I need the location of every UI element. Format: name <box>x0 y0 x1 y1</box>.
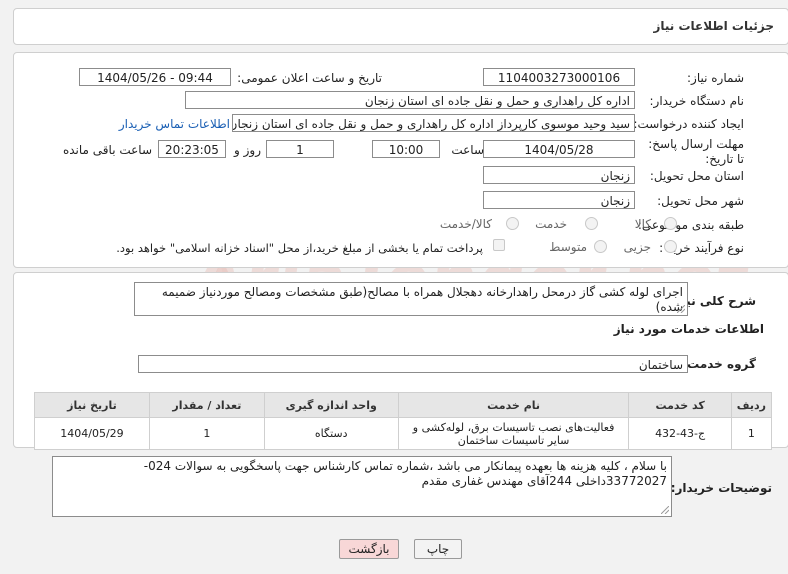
description-value: اجرای لوله کشی گاز درمحل راهدارخانه دهجل… <box>161 285 683 314</box>
creator-label: ایجاد کننده درخواست: <box>633 117 744 131</box>
service-group-field: ساختمان <box>138 355 688 373</box>
services-table: ردیف کد خدمت نام خدمت واحد اندازه گیری ت… <box>34 392 773 450</box>
buyer-org-field: اداره کل راهداری و حمل و نقل جاده ای است… <box>185 91 635 109</box>
buyer-notes-label: توضیحات خریدار: <box>670 481 772 495</box>
deadline-time-label: ساعت <box>451 143 484 157</box>
category-option-service: خدمت <box>535 217 567 231</box>
buyer-contact-link[interactable]: اطلاعات تماس خریدار <box>119 117 230 131</box>
services-section-title: اطلاعات خدمات مورد نیاز <box>613 322 764 336</box>
col-header-unit: واحد اندازه گیری <box>263 392 399 418</box>
deadline-date-field: 1404/05/28 <box>483 140 635 158</box>
days-label: روز و <box>234 143 261 157</box>
col-header-service-name: نام خدمت <box>397 392 630 418</box>
process-option-medium: متوسط <box>549 240 587 254</box>
page-title: جزئیات اطلاعات نیاز <box>653 19 774 33</box>
category-option-goods-service: کالا/خدمت <box>439 217 492 231</box>
cell-unit: دستگاه <box>263 417 399 450</box>
col-header-quantity: تعداد / مقدار <box>148 392 265 418</box>
print-button[interactable]: چاپ <box>414 539 462 559</box>
buyer-notes-line-1: با سلام ، کلیه هزینه ها بعهده پیمانکار م… <box>143 459 667 473</box>
process-radio-medium[interactable] <box>594 240 607 253</box>
treasury-payment-checkbox[interactable] <box>493 239 505 251</box>
cell-service-code: ج-43-432 <box>628 417 732 450</box>
process-radio-minor[interactable] <box>664 240 677 253</box>
table-row: 1 ج-43-432 فعالیت‌های نصب تاسیسات برق، ل… <box>34 417 773 450</box>
province-field: زنجان <box>483 166 635 184</box>
deadline-label: مهلت ارسال پاسخ: تا تاریخ: <box>644 137 744 167</box>
resize-grip-icon[interactable] <box>677 305 685 313</box>
table-header-row: ردیف کد خدمت نام خدمت واحد اندازه گیری ت… <box>34 392 773 418</box>
col-header-row-number: ردیف <box>730 392 773 418</box>
remaining-label: ساعت باقی مانده <box>62 143 152 157</box>
city-field: زنجان <box>483 191 635 209</box>
creator-field: سید وحید موسوی کارپرداز اداره کل راهداری… <box>232 114 635 132</box>
resize-grip-icon[interactable] <box>661 506 669 514</box>
announce-label: تاریخ و ساعت اعلان عمومی: <box>237 71 382 85</box>
city-label: شهر محل تحویل: <box>657 194 744 208</box>
service-group-label: گروه خدمت: <box>682 357 756 371</box>
cell-need-date: 1404/05/29 <box>34 417 150 450</box>
deadline-label-text: مهلت ارسال پاسخ: تا تاریخ: <box>648 137 744 166</box>
category-label: طبقه بندی موضوعی: <box>637 218 744 232</box>
col-header-need-date: تاریخ نیاز <box>34 392 150 418</box>
back-button[interactable]: بازگشت <box>339 539 399 559</box>
category-radio-goods[interactable] <box>664 217 677 230</box>
need-number-field: 1104003273000106 <box>483 68 635 86</box>
deadline-time-field: 10:00 <box>372 140 440 158</box>
col-header-service-code: کد خدمت <box>628 392 732 418</box>
province-label: استان محل تحویل: <box>649 169 744 183</box>
treasury-payment-note: پرداخت تمام یا بخشی از مبلغ خرید،از محل … <box>116 241 483 255</box>
announce-datetime-field: 1404/05/26 - 09:44 <box>79 68 231 86</box>
category-radio-service[interactable] <box>585 217 598 230</box>
need-number-label: شماره نیاز: <box>687 71 744 85</box>
buyer-notes-line-2: 33772027داخلی 244آقای مهندس غفاری مقدم <box>421 474 667 488</box>
description-text: اجرای لوله کشی گاز درمحل راهدارخانه دهجل… <box>134 282 688 316</box>
page-header: جزئیات اطلاعات نیاز <box>13 8 788 45</box>
cell-quantity: 1 <box>148 417 265 450</box>
remaining-time-field: 20:23:05 <box>158 140 226 158</box>
category-radio-goods-service[interactable] <box>506 217 519 230</box>
cell-service-name: فعالیت‌های نصب تاسیسات برق، لوله‌کشی و س… <box>397 417 630 450</box>
category-option-goods: کالا <box>634 217 651 231</box>
buyer-notes-text: با سلام ، کلیه هزینه ها بعهده پیمانکار م… <box>52 456 672 517</box>
remaining-days-field: 1 <box>266 140 334 158</box>
process-option-minor: جزیی <box>623 240 651 254</box>
cell-row-number: 1 <box>730 417 773 450</box>
buyer-org-label: نام دستگاه خریدار: <box>649 94 745 108</box>
